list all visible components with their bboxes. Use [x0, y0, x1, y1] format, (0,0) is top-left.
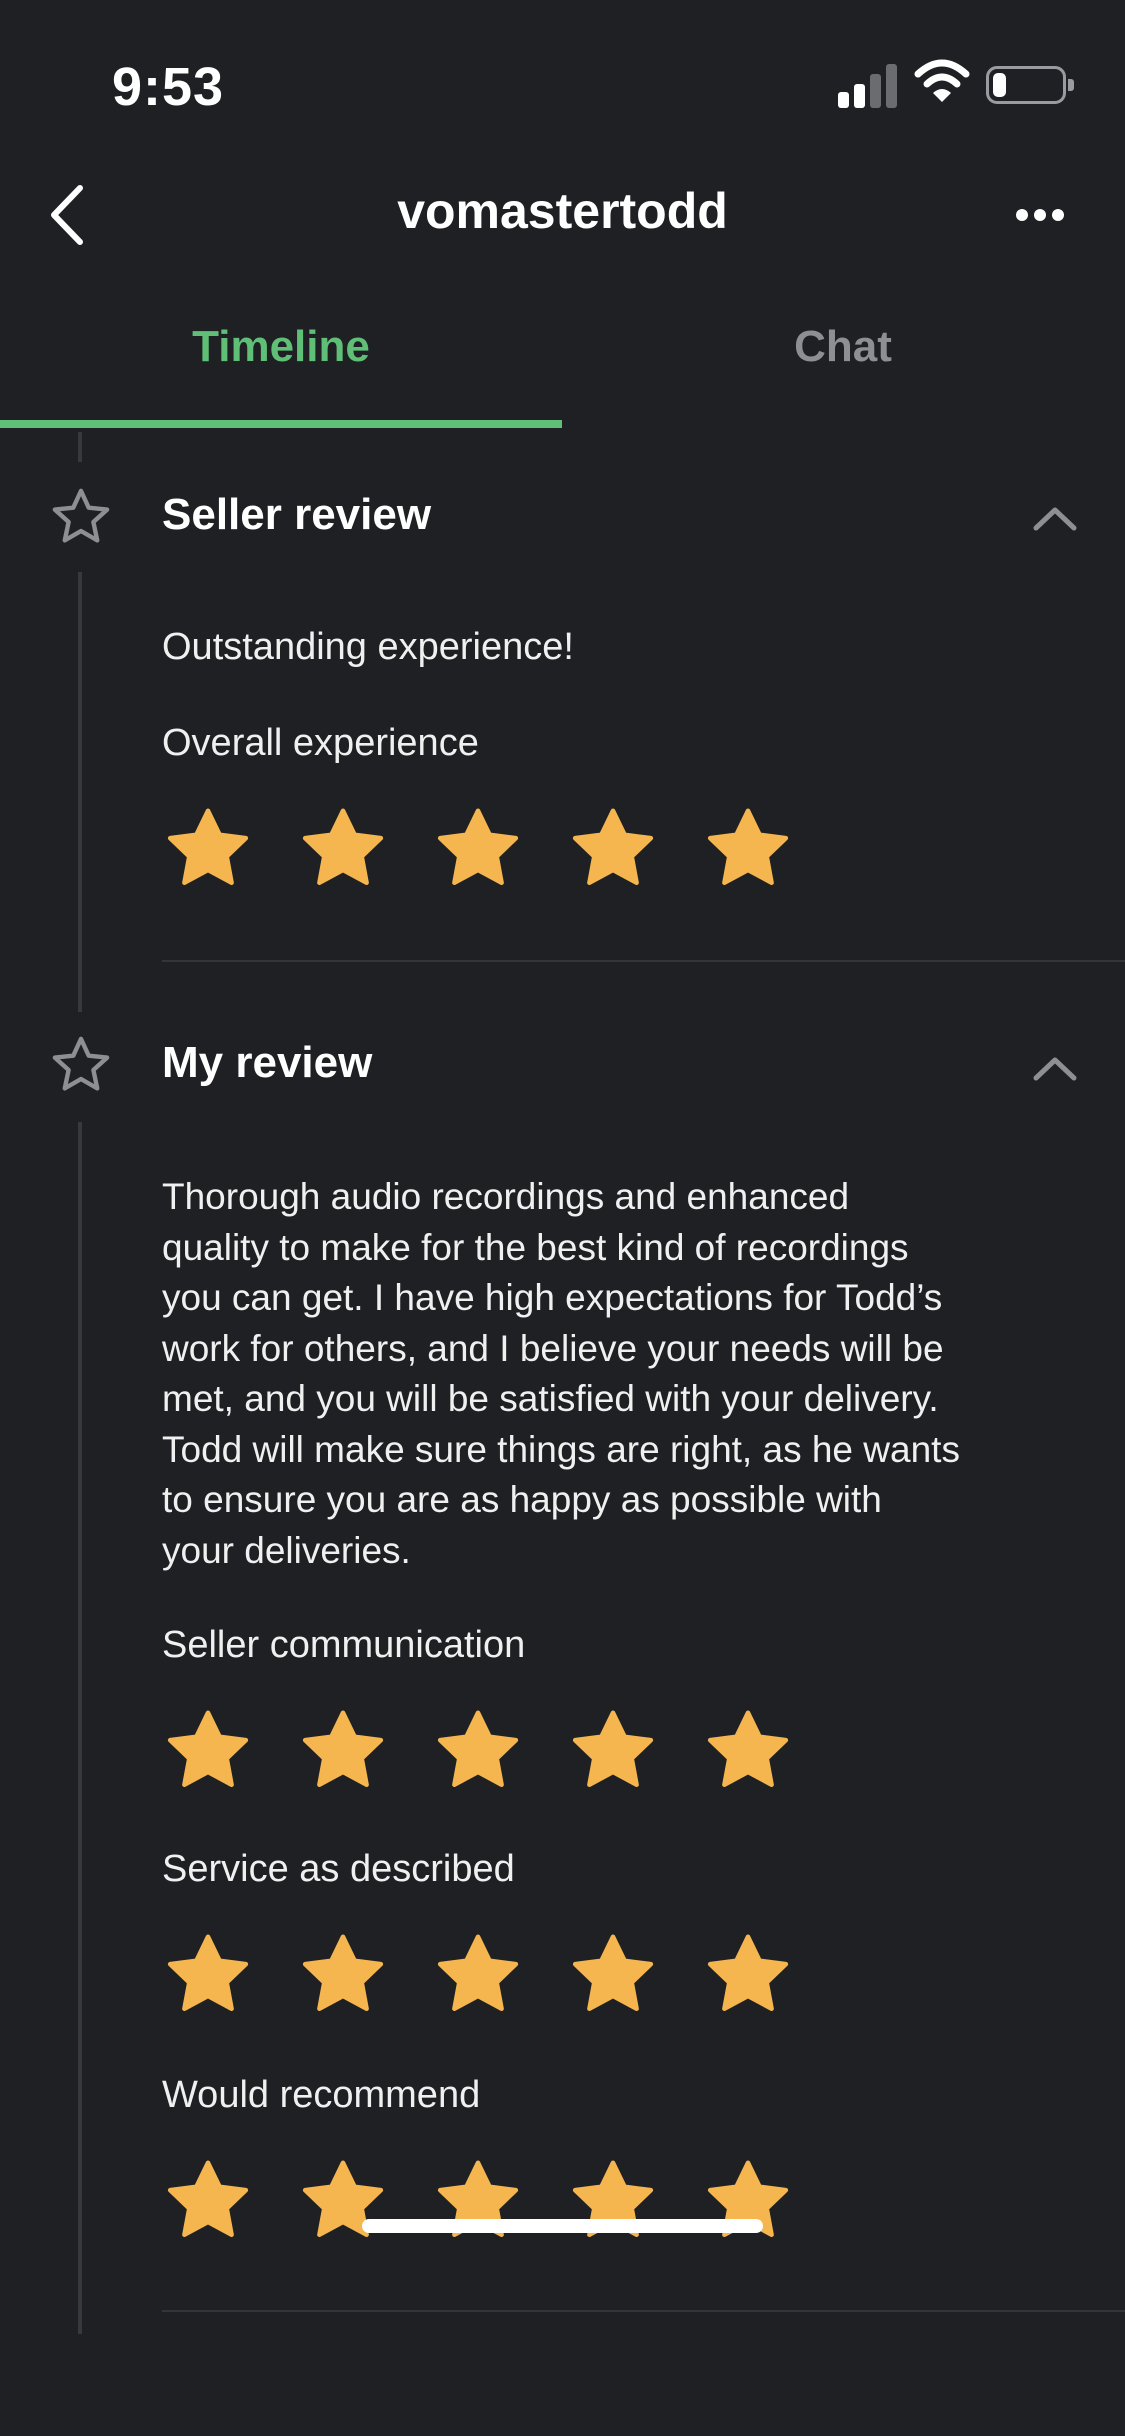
star-rating	[162, 1706, 862, 1796]
comment-line: your deliveries.	[162, 1529, 411, 1571]
star-filled-icon	[167, 1710, 249, 1787]
star-filled-icon	[167, 1934, 249, 2011]
star-filled-icon	[302, 1934, 384, 2011]
star-filled-icon	[302, 808, 384, 885]
home-indicator	[362, 2219, 763, 2233]
rating-label: Overall experience	[162, 722, 479, 764]
header: vomastertodd	[0, 160, 1125, 270]
star-outline-icon	[52, 488, 110, 543]
star-filled-icon	[572, 808, 654, 885]
comment-line: work for others, and I believe your need…	[162, 1327, 944, 1369]
comment-line: to ensure you are as happy as possible w…	[162, 1479, 882, 1520]
star-rating	[162, 1930, 862, 2020]
tab-chat[interactable]: Chat	[562, 322, 1124, 372]
timeline-line	[78, 432, 82, 462]
battery-icon	[986, 66, 1074, 104]
status-bar: 9:53	[0, 0, 1125, 150]
rating-label: Seller communication	[162, 1624, 526, 1666]
star-filled-icon	[707, 808, 789, 885]
comment-line: Thorough audio recordings and enhanced	[162, 1176, 850, 1217]
wifi-icon	[914, 59, 970, 102]
seller-review-comment: Outstanding experience!	[162, 626, 574, 668]
my-review-title: My review	[162, 1038, 373, 1087]
status-time: 9:53	[112, 57, 225, 117]
star-filled-icon	[707, 1710, 789, 1787]
cellular-signal-icon	[838, 62, 898, 108]
timeline-line	[78, 572, 82, 1012]
star-filled-icon	[572, 1934, 654, 2011]
divider	[162, 2310, 1125, 2312]
my-review-comment: Thorough audio recordings and enhanced q…	[162, 1172, 1082, 1576]
active-tab-indicator	[0, 420, 562, 428]
star-filled-icon	[167, 2160, 249, 2237]
tab-timeline[interactable]: Timeline	[0, 322, 562, 372]
seller-review-title: Seller review	[162, 490, 432, 539]
star-filled-icon	[302, 1710, 384, 1787]
divider	[162, 960, 1125, 962]
timeline-line	[78, 1122, 82, 2334]
rating-label: Would recommend	[162, 2074, 481, 2116]
chevron-up-icon[interactable]	[1030, 502, 1080, 534]
star-outline-icon	[52, 1036, 110, 1091]
comment-line: met, and you will be satisfied with your…	[162, 1378, 939, 1419]
star-filled-icon	[437, 808, 519, 885]
chevron-up-icon[interactable]	[1030, 1052, 1080, 1084]
page-title: vomastertodd	[397, 183, 728, 239]
star-filled-icon	[707, 1934, 789, 2011]
ellipsis-icon[interactable]	[1010, 182, 1070, 242]
star-filled-icon	[437, 1710, 519, 1787]
rating-label: Service as described	[162, 1848, 515, 1890]
star-rating	[162, 804, 862, 894]
comment-line: Todd will make sure things are right, as…	[162, 1428, 960, 1470]
comment-line: you can get. I have high expectations fo…	[162, 1277, 943, 1318]
star-filled-icon	[437, 1934, 519, 2011]
comment-line: quality to make for the best kind of rec…	[162, 1226, 909, 1268]
star-filled-icon	[572, 1710, 654, 1787]
battery-fill	[993, 73, 1006, 97]
star-filled-icon	[167, 808, 249, 885]
tab-bar: Timeline Chat	[0, 300, 1125, 430]
